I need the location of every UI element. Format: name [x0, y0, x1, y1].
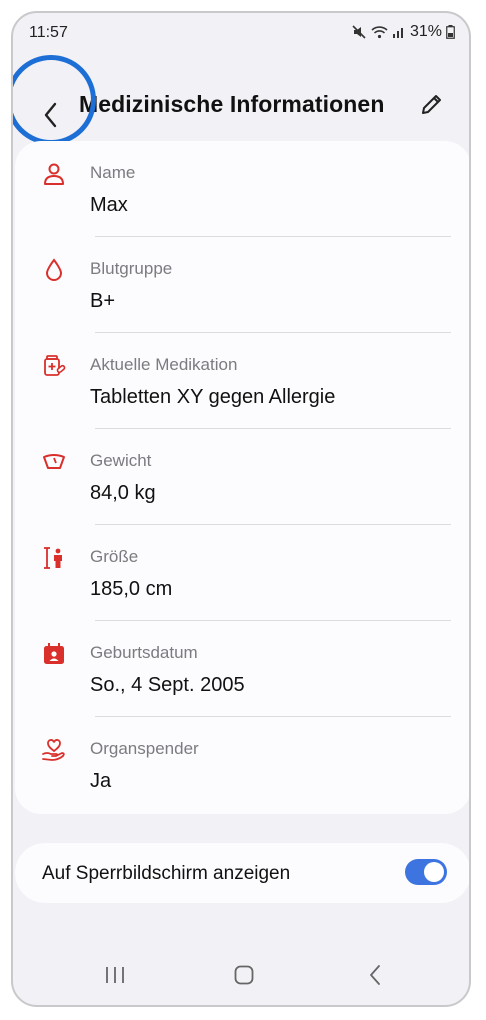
item-label: Aktuelle Medikation [90, 355, 238, 374]
item-value: 84,0 kg [90, 482, 156, 504]
info-item-organ-donor[interactable]: Organspender Ja [15, 717, 469, 813]
info-item-birthdate[interactable]: Geburtsdatum So., 4 Sept. 2005 [15, 621, 469, 717]
info-item-height[interactable]: Größe 185,0 cm [15, 525, 469, 621]
app-header: Medizinische Informationen [13, 73, 469, 133]
info-item-blood-type[interactable]: Blutgruppe B+ [15, 237, 469, 333]
edit-button[interactable] [415, 89, 449, 123]
phone-screen: 11:57 31% Medizinische Informationen Nam… [11, 11, 471, 1007]
item-label: Gewicht [90, 451, 152, 470]
item-value: Max [90, 194, 128, 216]
page-title: Medizinische Informationen [79, 91, 385, 117]
nav-back-button[interactable] [353, 957, 397, 997]
item-label: Organspender [90, 739, 199, 758]
status-bar: 11:57 31% [13, 13, 469, 51]
recents-icon [104, 965, 126, 990]
system-nav-bar [13, 949, 469, 1005]
back-button[interactable] [21, 87, 81, 147]
lockscreen-setting[interactable]: Auf Sperrbildschirm anzeigen [15, 843, 469, 903]
mute-icon [352, 25, 367, 39]
info-item-medication[interactable]: Aktuelle Medikation Tabletten XY gegen A… [15, 333, 469, 429]
signal-icon [392, 25, 406, 39]
height-icon [41, 545, 67, 571]
item-value: B+ [90, 290, 116, 312]
item-value: Ja [90, 770, 112, 792]
recents-button[interactable] [93, 957, 137, 997]
toggle-knob [424, 862, 444, 882]
blood-drop-icon [41, 257, 67, 283]
item-label: Größe [90, 547, 139, 566]
home-button[interactable] [222, 957, 266, 997]
lockscreen-toggle[interactable] [405, 859, 447, 885]
wifi-icon [371, 25, 388, 39]
status-icons: 31% [352, 23, 455, 41]
person-icon [41, 161, 67, 187]
medication-icon [41, 353, 67, 379]
info-item-weight[interactable]: Gewicht 84,0 kg [15, 429, 469, 525]
calendar-icon [41, 641, 67, 667]
back-icon [368, 964, 382, 991]
organ-donor-icon [41, 737, 67, 763]
battery-percentage: 31% [409, 23, 442, 40]
item-label: Geburtsdatum [90, 643, 198, 662]
item-value: Tabletten XY gegen Allergie [90, 386, 336, 408]
back-chevron-icon [43, 102, 59, 133]
item-label: Name [90, 163, 136, 182]
pencil-icon [419, 91, 445, 122]
status-time: 11:57 [29, 24, 68, 41]
item-label: Blutgruppe [90, 259, 173, 278]
lockscreen-label: Auf Sperrbildschirm anzeigen [42, 863, 291, 884]
info-item-name[interactable]: Name Max [15, 141, 469, 237]
medical-info-card: Name Max Blutgruppe B+ Aktuelle Medikati… [15, 141, 469, 814]
home-icon [233, 964, 255, 991]
battery-icon [446, 25, 455, 39]
item-value: 185,0 cm [90, 578, 173, 600]
item-value: So., 4 Sept. 2005 [90, 674, 245, 696]
scale-icon [41, 449, 67, 475]
